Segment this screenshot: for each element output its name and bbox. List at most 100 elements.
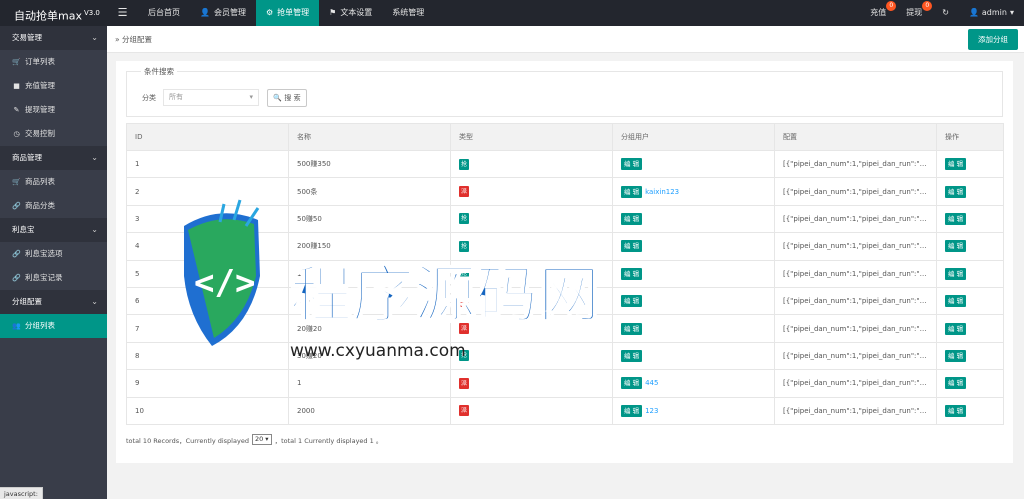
edit-button[interactable]: 编 辑: [945, 267, 967, 280]
sidebar-item-withdraw[interactable]: ✎ 提现管理: [0, 98, 107, 122]
edit-users-button[interactable]: 编 辑: [621, 349, 643, 362]
sidebar-item-label: 订单列表: [25, 57, 55, 66]
table-row: 3 50赚50 抢 编 辑 [{"pipei_dan_num":1,"pipei_dan…: [126, 204, 1004, 234]
col-name: 名称: [288, 123, 451, 151]
sidebar-group-trade[interactable]: 交易管理 ⌄: [0, 26, 107, 50]
sidebar-group-label: 利息宝: [12, 225, 35, 234]
cell-type: 派: [450, 177, 613, 206]
edit-button[interactable]: 编 辑: [945, 322, 967, 335]
refresh-button[interactable]: ↻: [932, 0, 959, 26]
sidebar-item-interest-records[interactable]: 🔗 利息宝记录: [0, 266, 107, 290]
breadcrumb-bar: » 分组配置 添加分组: [107, 26, 1024, 53]
right-nav: 充值 0 提现 0 ↻ 👤 admin ▾: [860, 0, 1024, 26]
edit-button[interactable]: 编 辑: [945, 212, 967, 225]
nav-text-settings[interactable]: ⚑ 文本设置: [319, 0, 382, 26]
type-badge: 派: [459, 405, 470, 417]
cell-users: 编 辑: [612, 149, 775, 179]
cell-config: [{"pipei_dan_num":1,"pipei_dan_run":"10"…: [774, 177, 937, 206]
col-actions: 操作: [936, 123, 1004, 151]
edit-button[interactable]: 编 辑: [945, 404, 967, 417]
edit-button[interactable]: 编 辑: [945, 377, 967, 390]
edit-users-button[interactable]: 编 辑: [621, 212, 643, 225]
edit-button[interactable]: 编 辑: [945, 240, 967, 253]
sidebar-item-group-list[interactable]: 👥 分组列表: [0, 314, 107, 338]
sidebar-group-group-config[interactable]: 分组配置 ⌄: [0, 290, 107, 314]
cell-config: [{"pipei_dan_num":1,"pipei_dan_run":"6",…: [774, 204, 937, 234]
sidebar-item-recharge[interactable]: ■ 充值管理: [0, 74, 107, 98]
edit-button[interactable]: 编 辑: [945, 349, 967, 362]
user-menu[interactable]: 👤 admin ▾: [959, 0, 1024, 26]
col-config: 配置: [774, 123, 937, 151]
table-body: 1 500赚350 抢编 辑 [{"pipei_dan_num":1,"pipei_d…: [126, 149, 1004, 425]
top-bar: 自动抢单max V3.0 ☰ 后台首页 👤 会员管理 ⚙ 抢单管理 ⚑ 文本设置 系统管…: [0, 0, 1024, 26]
nav-grab-orders[interactable]: ⚙ 抢单管理: [255, 0, 320, 26]
cell-name: 500赚350: [288, 149, 451, 179]
table-row: 6 100 派 编 辑 [{"pipei_dan_num":1,"pipei_dan_r…: [126, 286, 1004, 316]
sidebar-group-interest[interactable]: 利息宝 ⌄: [0, 218, 107, 242]
category-select[interactable]: 所有 ▾: [163, 89, 259, 106]
nav-home[interactable]: 后台首页: [138, 0, 190, 26]
sidebar-item-label: 商品列表: [25, 177, 55, 186]
edit-button[interactable]: 编 辑: [945, 295, 967, 308]
page-size-select[interactable]: 20 ▾: [251, 434, 272, 445]
sidebar-item-label: 利息宝记录: [25, 273, 63, 282]
sidebar-item-trade-control[interactable]: ◷ 交易控制: [0, 122, 107, 146]
edit-button[interactable]: 编 辑: [945, 158, 967, 171]
table-row: 7 20赚20 派 编 辑 [{"pipei_dan_num":1,"pipei_dan…: [126, 314, 1004, 343]
main-card: 条件搜索 分类 所有 ▾ 🔍 搜 索 ID 名称 类型 分组用户 配置 操作 15…: [116, 61, 1013, 463]
sidebar-item-label: 提现管理: [25, 105, 55, 114]
cart-icon: 🛒: [12, 58, 21, 66]
cell-users: 编 辑: [612, 341, 775, 371]
cell-type: 抢: [450, 204, 613, 234]
cell-config: [{"pipei_dan_num":1,"pipei_dan_run":"50"…: [774, 369, 937, 398]
nav-text-settings-label: 文本设置: [340, 8, 373, 17]
cell-actions: 编 辑: [936, 341, 1004, 371]
cell-users: 编 辑: [612, 286, 775, 316]
cell-actions: 编 辑: [936, 396, 1004, 425]
cell-users: 编 辑: [612, 259, 775, 288]
edit-users-button[interactable]: 编 辑: [621, 404, 643, 417]
edit-users-button[interactable]: 编 辑: [621, 240, 643, 253]
category-select-value: 所有: [169, 93, 183, 101]
group-user-link[interactable]: kaixin123: [645, 188, 679, 196]
nav-system[interactable]: 系统管理: [382, 0, 434, 26]
sidebar-group-goods[interactable]: 商品管理 ⌄: [0, 146, 107, 170]
sidebar-item-label: 交易控制: [25, 129, 55, 138]
sidebar-item-orders[interactable]: 🛒 订单列表: [0, 50, 107, 74]
cell-type: 派: [450, 369, 613, 398]
cell-name: 20赚20: [288, 314, 451, 343]
cell-actions: 编 辑: [936, 149, 1004, 179]
table-header-row: ID 名称 类型 分组用户 配置 操作: [126, 123, 1004, 151]
cell-type: 抢: [450, 232, 613, 261]
group-user-link[interactable]: 445: [645, 379, 658, 387]
type-badge: 派: [459, 323, 470, 335]
search-button[interactable]: 🔍 搜 索: [267, 89, 307, 107]
cell-actions: 编 辑: [936, 232, 1004, 261]
col-type: 类型: [450, 123, 613, 151]
app-brand[interactable]: 自动抢单max V3.0: [0, 0, 107, 26]
edit-users-button[interactable]: 编 辑: [621, 158, 643, 171]
withdraw-link[interactable]: 提现 0: [896, 0, 933, 26]
edit-button[interactable]: 编 辑: [945, 185, 967, 198]
cell-users: 编 辑 123: [612, 396, 775, 425]
recharge-link[interactable]: 充值 0: [860, 0, 897, 26]
edit-users-button[interactable]: 编 辑: [621, 322, 643, 335]
nav-members[interactable]: 👤 会员管理: [190, 0, 256, 26]
sidebar-item-goods-category[interactable]: 🔗 商品分类: [0, 194, 107, 218]
recharge-badge: 0: [886, 1, 897, 11]
edit-users-button[interactable]: 编 辑: [621, 377, 643, 390]
sidebar-item-interest-options[interactable]: 🔗 利息宝选项: [0, 242, 107, 266]
menu-toggle-button[interactable]: ☰: [107, 0, 138, 26]
sidebar-item-goods-list[interactable]: 🛒 商品列表: [0, 170, 107, 194]
edit-users-button[interactable]: 编 辑: [621, 185, 643, 198]
type-badge: 派: [459, 377, 470, 389]
cell-id: 6: [126, 286, 289, 316]
group-user-link[interactable]: 123: [645, 407, 658, 415]
add-group-button[interactable]: 添加分组: [968, 29, 1018, 50]
cell-config: [{"pipei_dan_num":1,"pipei_dan_run":"","…: [774, 286, 937, 316]
nav-members-label: 会员管理: [213, 8, 246, 17]
edit-users-button[interactable]: 编 辑: [621, 295, 643, 308]
double-chevron-icon: »: [115, 35, 120, 44]
chevron-down-icon: ⌄: [91, 33, 98, 42]
edit-users-button[interactable]: 编 辑: [621, 267, 643, 280]
